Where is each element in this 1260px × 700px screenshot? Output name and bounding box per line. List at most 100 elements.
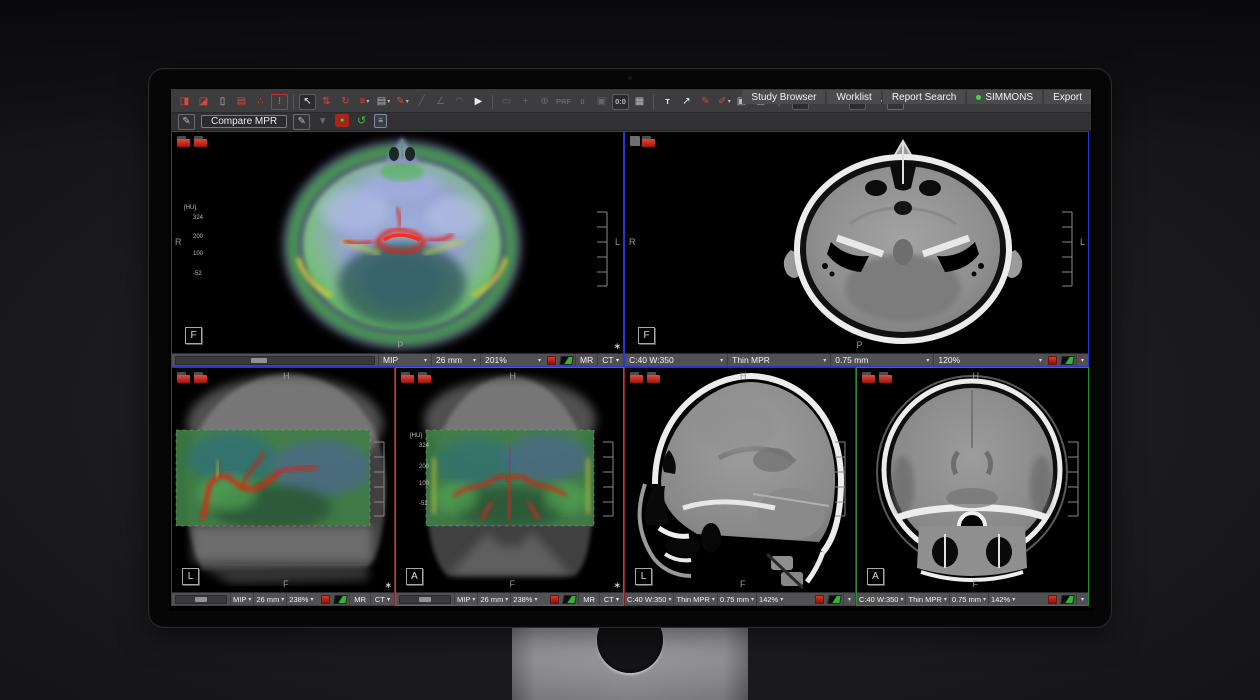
stack-scroll-slider[interactable] [399,595,451,604]
more-options-dropdown[interactable]: ▾ [1076,593,1088,605]
series-folder-icon[interactable] [418,372,431,383]
edit-protocol-icon[interactable]: ✎ [178,114,195,130]
flag-zero-icon[interactable]: 0 [574,94,591,110]
key-image-icon[interactable] [547,356,556,365]
key-image-star-icon[interactable]: ∗ [384,581,392,590]
orientation-cube[interactable]: F [638,327,655,344]
window-level-indicator-icon[interactable] [333,595,348,604]
zoom-select[interactable]: 142%▾ [988,593,1017,605]
window-level-indicator-icon[interactable] [1060,356,1075,365]
report-edit-icon[interactable]: ✎ [293,114,310,130]
series-folder-icon[interactable] [177,136,190,147]
series-folder-icon[interactable] [401,372,414,383]
measure-angle-icon[interactable]: ∠ [432,94,449,110]
rendering-select[interactable]: Thin MPR▾ [905,593,948,605]
thickness-select[interactable]: 26 mm▾ [477,593,510,605]
key-image-icon[interactable] [815,595,824,604]
viewport-axial-ct[interactable]: R L P F C:40 W:350▾ Thin MPR▾ 0.75 mm▾ 1… [624,131,1089,367]
modality-ct[interactable]: CT ▾ [597,354,623,366]
close-study-icon[interactable]: ▯ [214,94,231,110]
rendering-select[interactable]: MIP▾ [454,593,477,605]
viewport-axial-fusion[interactable]: [HU] 324 200 100 -52 R L P F [171,131,624,367]
series-menu-icon[interactable]: ≡▾ [356,94,373,110]
modality-mr[interactable]: MR [349,593,370,605]
zoom-select[interactable]: 120%▾ [933,354,1046,366]
worklist-button[interactable]: Worklist [827,90,880,104]
patient-badge-icon[interactable]: ≡ [374,114,387,128]
thickness-select[interactable]: 26 mm▾ [253,593,286,605]
localizer-icon[interactable]: ⊕ [536,94,553,110]
window-preset-select[interactable]: C:40 W:350▾ [857,593,905,605]
key-image-icon[interactable] [550,595,559,604]
thickness-select[interactable]: 0.75 mm▾ [717,593,756,605]
window-preset-select[interactable]: C:40 W:350▾ [625,354,727,366]
key-image-icon[interactable] [321,595,330,604]
save-icon[interactable]: ▤ [233,94,250,110]
rendering-select[interactable]: Thin MPR▾ [673,593,716,605]
study-browser-button[interactable]: Study Browser [742,90,825,104]
window-level-tool-icon[interactable]: ⇅ [318,94,335,110]
modality-ct[interactable]: CT ▾ [599,593,623,605]
slider-thumb[interactable] [195,597,207,602]
series-folder-icon[interactable] [642,136,655,147]
annotate-menu-icon[interactable]: ✎▾ [394,94,411,110]
window-level-indicator-icon[interactable] [827,595,842,604]
orientation-cube[interactable]: A [406,568,423,585]
reset-icon[interactable]: ↺ [353,114,370,130]
key-image-star-icon[interactable]: ∗ [613,342,621,351]
user-session-button[interactable]: SIMMONS [967,90,1042,104]
orientation-cube[interactable]: F [185,327,202,344]
mpr-disabled-icon[interactable]: ▼ [314,114,331,130]
measure-roi-icon[interactable]: ◠ [451,94,468,110]
viewport-coronal-fusion[interactable]: [HU] 324 200 100 -52 H F A [395,367,624,606]
series-folder-icon[interactable] [194,136,207,147]
priors-alert-icon[interactable]: ! [271,94,288,110]
pencil-tool-icon[interactable]: ✎ [697,94,714,110]
stack-scroll-slider[interactable] [175,595,227,604]
report-search-button[interactable]: Report Search [883,90,965,104]
window-level-indicator-icon[interactable] [1060,595,1075,604]
measure-line-icon[interactable]: ╱ [413,94,430,110]
zoom-select[interactable]: 238%▾ [510,593,539,605]
grid-layout-icon[interactable]: ▦ [631,94,648,110]
orientation-cube[interactable]: A [867,568,884,585]
series-folder-icon[interactable] [862,372,875,383]
modality-ct[interactable]: CT ▾ [370,593,394,605]
arrow-tool-icon[interactable]: ↗ [678,94,695,110]
key-image-icon[interactable] [1048,356,1057,365]
series-folder-icon[interactable] [879,372,892,383]
zoom-select[interactable]: 142%▾ [756,593,785,605]
viewport-coronal-ct[interactable]: H F A C:40 W:350▾ Thin MPR▾ 0.75 mm▾ 142… [856,367,1089,606]
orientation-cube[interactable]: L [182,568,199,585]
export-button[interactable]: Export [1044,90,1091,104]
window-level-indicator-icon[interactable] [562,595,577,604]
crosshair-icon[interactable]: + [517,94,534,110]
window-preset-select[interactable]: C:40 W:350▾ [625,593,673,605]
series-folder-icon[interactable] [630,372,643,383]
slider-thumb[interactable] [251,358,267,363]
viewport-sagittal-ct[interactable]: H F L C:40 W:350▾ Thin MPR▾ 0.75 mm▾ 142… [624,367,856,606]
cine-play-icon[interactable]: ▶ [470,94,487,110]
prf-icon[interactable]: PRF [555,94,572,110]
rotate-tool-icon[interactable]: ↻ [337,94,354,110]
more-options-dropdown[interactable]: ▾ [843,593,855,605]
thickness-select[interactable]: 0.75 mm▾ [949,593,988,605]
stack-scroll-slider[interactable] [175,356,375,365]
text-tool-icon[interactable]: T [659,94,676,110]
orientation-cube[interactable]: L [635,568,652,585]
series-folder-icon[interactable] [647,372,660,383]
rendering-select[interactable]: Thin MPR▾ [727,354,830,366]
pointer-tool-icon[interactable]: ↖ [299,94,316,110]
rendering-select[interactable]: MIP▾ [378,354,431,366]
ruler-icon[interactable]: ▭ [498,94,515,110]
zoom-select[interactable]: 238%▾ [286,593,315,605]
key-image-icon[interactable] [1048,595,1057,604]
capture-state-icon[interactable]: ● [335,114,349,127]
window-level-indicator-icon[interactable] [559,356,574,365]
series-page-icon[interactable] [630,136,640,146]
more-options-dropdown[interactable]: ▾ [1076,354,1088,366]
series-folder-icon[interactable] [194,372,207,383]
thickness-select[interactable]: 0.75 mm▾ [830,354,933,366]
modality-mr[interactable]: MR [575,354,597,366]
rendering-select[interactable]: MIP▾ [230,593,253,605]
